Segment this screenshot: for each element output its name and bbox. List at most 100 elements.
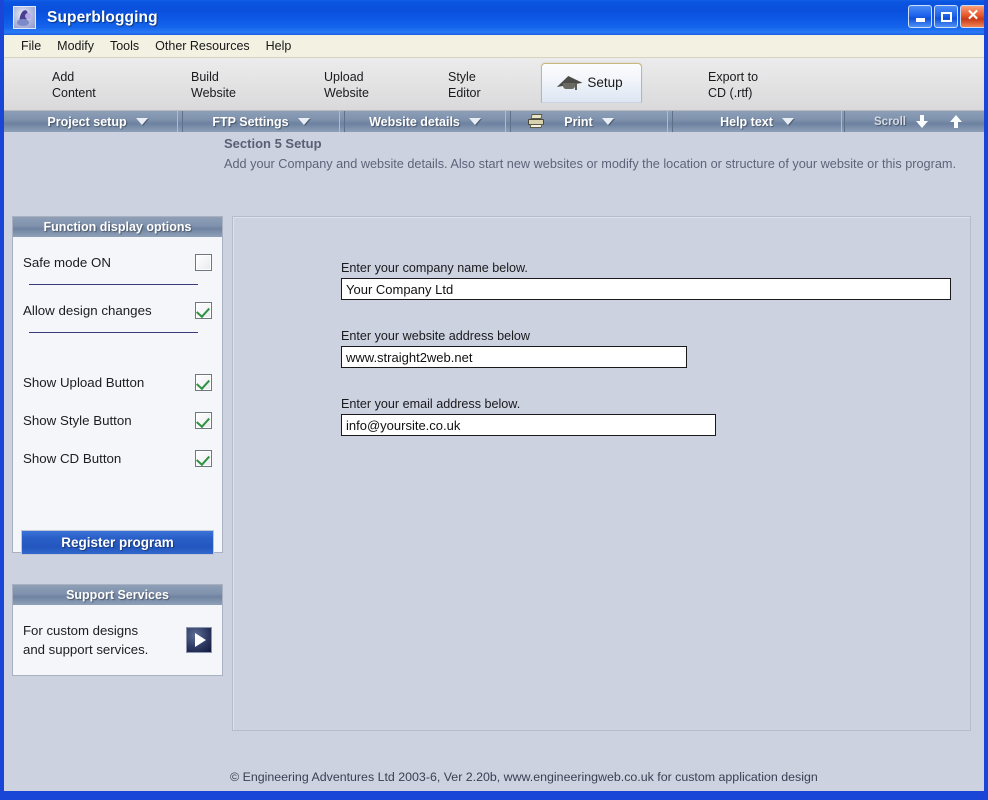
footer: © Engineering Adventures Ltd 2003-6, Ver…	[4, 763, 984, 791]
toolbar-button-line1: Export to	[708, 69, 759, 84]
function-display-options-panel: Function display options Safe mode ON All…	[12, 216, 223, 555]
strip-label-ftp-settings: FTP Settings	[212, 114, 289, 129]
tab-setup-label: Setup	[587, 75, 623, 90]
toolbar-button-line1: Style	[448, 69, 476, 84]
chevron-down-icon[interactable]	[601, 118, 614, 125]
support-services-panel: Support Services For custom designs and …	[12, 584, 223, 676]
divider	[29, 332, 198, 333]
menu-item-modify[interactable]: Modify	[49, 37, 102, 55]
strip-group-ftp-settings[interactable]: FTP Settings	[182, 111, 340, 132]
support-line-2: and support services.	[23, 642, 149, 657]
divider	[29, 284, 198, 285]
checkbox-show-upload-button[interactable]	[195, 373, 212, 391]
section-header: Section 5 Setup Add your Company and web…	[224, 136, 984, 174]
strip-group-project-setup[interactable]: Project setup	[18, 111, 178, 132]
menu-item-help[interactable]: Help	[258, 37, 300, 55]
company-name-field-block: Enter your company name below. Your Comp…	[341, 261, 951, 300]
toolbar-button-export-to[interactable]: Export to CD (.rtf)	[708, 66, 758, 103]
support-line-1: For custom designs	[23, 623, 139, 638]
company-name-label: Enter your company name below.	[341, 261, 528, 275]
support-text: For custom designs and support services.	[23, 621, 148, 659]
strip-label-project-setup: Project setup	[47, 114, 127, 129]
strip-label-scroll: Scroll	[874, 115, 906, 128]
tab-setup[interactable]: Setup	[541, 63, 642, 103]
strip-label-website-details: Website details	[369, 114, 460, 129]
strip-group-help-text[interactable]: Help text	[672, 111, 842, 132]
email-address-label: Enter your email address below.	[341, 397, 521, 411]
setup-form-panel: Enter your company name below. Your Comp…	[232, 216, 971, 731]
strip-label-print: Print	[564, 114, 593, 129]
option-row-safe-mode-on[interactable]: Safe mode ON	[23, 249, 212, 275]
toolbar-button-line2: Website	[324, 85, 369, 100]
checkbox-show-cd-button[interactable]	[195, 449, 212, 467]
app-icon	[13, 6, 36, 29]
minimize-button[interactable]	[908, 5, 932, 28]
printer-icon[interactable]	[527, 114, 545, 129]
strip-group-scroll[interactable]: Scroll	[844, 111, 984, 132]
application-window: Superblogging ✕ File Modify Tools Other Res…	[0, 0, 988, 800]
option-row-show-cd-button[interactable]: Show CD Button	[23, 445, 212, 471]
checkbox-safe-mode-on[interactable]	[195, 253, 212, 271]
strip-label-help-text: Help text	[720, 114, 773, 129]
toolbar-button-upload[interactable]: Upload Website	[324, 66, 369, 103]
checkbox-allow-design-changes[interactable]	[195, 301, 212, 319]
menu-bar: File Modify Tools Other Resources Help	[4, 35, 984, 58]
main-toolbar: Add Content Build Website Upload Website Style…	[4, 58, 984, 111]
email-address-input[interactable]: info@yoursite.co.uk	[341, 414, 716, 436]
toolbar-button-line2: Editor	[448, 85, 481, 100]
footer-text: © Engineering Adventures Ltd 2003-6, Ver…	[230, 770, 818, 784]
chevron-down-icon[interactable]	[468, 118, 481, 125]
website-address-field-block: Enter your website address below www.str…	[341, 329, 687, 368]
toolbar-button-line2: Website	[191, 85, 236, 100]
maximize-icon	[940, 11, 952, 22]
email-address-field-block: Enter your email address below. info@you…	[341, 397, 716, 436]
option-label: Show Upload Button	[23, 374, 145, 390]
toolbar-button-build[interactable]: Build Website	[191, 66, 236, 103]
play-icon[interactable]	[186, 627, 212, 653]
register-program-button[interactable]: Register program	[21, 530, 214, 555]
toolbar-button-line1: Add	[52, 69, 75, 84]
toolbar-button-add[interactable]: Add Content	[52, 66, 96, 103]
option-row-allow-design-changes[interactable]: Allow design changes	[23, 297, 212, 323]
minimize-icon	[915, 18, 925, 22]
close-icon: ✕	[966, 7, 980, 24]
toolbar-button-line1: Build	[191, 69, 219, 84]
toolbar-button-line1: Upload	[324, 69, 364, 84]
scroll-up-icon[interactable]	[949, 115, 962, 128]
support-panel-body: For custom designs and support services.	[13, 605, 222, 675]
options-panel-body: Safe mode ON Allow design changes Show Upl…	[13, 249, 222, 565]
window-controls: ✕	[908, 5, 984, 28]
company-name-input[interactable]: Your Company Ltd	[341, 278, 951, 300]
page-title: Section 5 Setup	[224, 136, 322, 151]
toolbar-button-line2: Content	[52, 85, 96, 100]
website-address-input[interactable]: www.straight2web.net	[341, 346, 687, 368]
maximize-button[interactable]	[934, 5, 958, 28]
options-panel-title: Function display options	[13, 217, 222, 237]
website-address-label: Enter your website address below	[341, 329, 531, 343]
strip-group-website-details[interactable]: Website details	[344, 111, 506, 132]
menu-item-other-resources[interactable]: Other Resources	[147, 37, 257, 55]
section-description: Add your Company and website details. Al…	[224, 157, 956, 171]
checkbox-show-style-button[interactable]	[195, 411, 212, 429]
option-row-show-style-button[interactable]: Show Style Button	[23, 407, 212, 433]
toolbar-button-line2: CD (.rtf)	[708, 85, 753, 100]
support-panel-title: Support Services	[13, 585, 222, 605]
toolbar-button-style[interactable]: Style Editor	[448, 66, 481, 103]
chevron-down-icon[interactable]	[297, 118, 310, 125]
scroll-down-icon[interactable]	[915, 115, 928, 128]
menu-item-file[interactable]: File	[13, 37, 49, 55]
window-title: Superblogging	[47, 8, 158, 26]
chevron-down-icon[interactable]	[135, 118, 148, 125]
chevron-down-icon[interactable]	[781, 118, 794, 125]
option-label: Allow design changes	[23, 302, 152, 318]
option-label: Safe mode ON	[23, 254, 111, 270]
option-label: Show CD Button	[23, 450, 122, 466]
option-label: Show Style Button	[23, 412, 132, 428]
strip-group-print[interactable]: Print	[510, 111, 668, 132]
secondary-toolbar: Project setup FTP Settings Website details…	[4, 111, 984, 132]
graduation-cap-icon	[555, 74, 583, 91]
close-button[interactable]: ✕	[960, 5, 984, 28]
option-row-show-upload-button[interactable]: Show Upload Button	[23, 369, 212, 395]
menu-item-tools[interactable]: Tools	[102, 37, 147, 55]
